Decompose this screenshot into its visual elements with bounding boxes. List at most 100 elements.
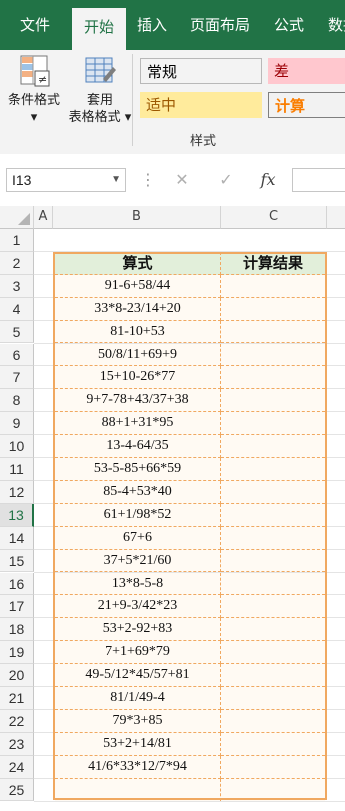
column-header-a[interactable]: A — [34, 206, 53, 229]
row-header[interactable]: 15 — [0, 549, 34, 573]
style-calculation[interactable]: 计算 — [268, 92, 345, 118]
tab-formulas[interactable]: 公式 — [264, 0, 314, 50]
row-header[interactable]: 3 — [0, 274, 34, 298]
row-header[interactable]: 16 — [0, 572, 34, 596]
header-expr-cell[interactable]: 算式 — [55, 251, 221, 275]
ribbon-divider — [132, 54, 133, 146]
row-header[interactable]: 14 — [0, 526, 34, 550]
expr-cell[interactable]: 13*8-5-8 — [55, 572, 221, 596]
expr-cell[interactable]: 53-5-85+66*59 — [55, 458, 221, 481]
result-cell[interactable] — [221, 641, 325, 665]
expr-cell[interactable]: 81-10+53 — [55, 320, 221, 344]
column-header-b[interactable]: B — [53, 206, 221, 229]
row-header[interactable]: 4 — [0, 297, 34, 321]
column-header-c[interactable]: C — [221, 206, 327, 229]
expr-cell[interactable]: 67+6 — [55, 526, 221, 550]
result-cell[interactable] — [221, 549, 325, 573]
result-cell[interactable] — [221, 320, 325, 344]
row-header[interactable]: 11 — [0, 458, 34, 481]
expr-cell[interactable]: 53+2+14/81 — [55, 732, 221, 756]
expr-cell[interactable]: 81/1/49-4 — [55, 687, 221, 710]
result-cell[interactable] — [221, 526, 325, 550]
row-header[interactable]: 25 — [0, 778, 34, 802]
expr-cell[interactable]: 91-6+58/44 — [55, 274, 221, 298]
row-header[interactable]: 13 — [0, 503, 34, 527]
expr-cell[interactable]: 33*8-23/14+20 — [55, 297, 221, 321]
conditional-format-button[interactable]: ≠ 条件格式 ▾ — [2, 54, 66, 126]
result-cell[interactable] — [221, 618, 325, 642]
expr-cell[interactable]: 21+9-3/42*23 — [55, 595, 221, 619]
tab-insert[interactable]: 插入 — [128, 0, 176, 50]
result-cell[interactable] — [221, 297, 325, 321]
expr-cell[interactable]: 9+7-78+43/37+38 — [55, 389, 221, 413]
enter-icon[interactable]: ✓ — [212, 168, 240, 192]
row-header[interactable]: 10 — [0, 435, 34, 458]
expr-cell[interactable]: 15+10-26*77 — [55, 366, 221, 390]
formula-bar: I13 ▼ ⋮ ✕ ✓ fx — [0, 154, 345, 207]
result-cell[interactable] — [221, 343, 325, 367]
result-cell[interactable] — [221, 274, 325, 298]
result-cell[interactable] — [221, 732, 325, 756]
chevron-down-icon: ▾ — [30, 110, 38, 125]
result-cell[interactable] — [221, 458, 325, 481]
row-header[interactable]: 23 — [0, 732, 34, 756]
result-cell[interactable] — [221, 664, 325, 687]
expr-cell[interactable] — [55, 778, 221, 802]
column-header-d[interactable] — [327, 206, 345, 229]
row-header[interactable]: 6 — [0, 343, 34, 367]
row-header[interactable]: 17 — [0, 595, 34, 619]
result-cell[interactable] — [221, 480, 325, 504]
row-header[interactable]: 20 — [0, 664, 34, 687]
result-cell[interactable] — [221, 595, 325, 619]
row-header[interactable]: 18 — [0, 618, 34, 642]
style-bad[interactable]: 差 — [268, 58, 345, 84]
expr-cell[interactable]: 7+1+69*79 — [55, 641, 221, 665]
expr-cell[interactable]: 13-4-64/35 — [55, 435, 221, 458]
expr-cell[interactable]: 61+1/98*52 — [55, 503, 221, 527]
result-cell[interactable] — [221, 572, 325, 596]
style-neutral[interactable]: 适中 — [140, 92, 262, 118]
row-header[interactable]: 7 — [0, 366, 34, 390]
name-box[interactable]: I13 ▼ — [6, 168, 126, 192]
row-header[interactable]: 5 — [0, 320, 34, 344]
row-header[interactable]: 9 — [0, 412, 34, 436]
expr-cell[interactable]: 49-5/12*45/57+81 — [55, 664, 221, 687]
header-result-cell[interactable]: 计算结果 — [221, 251, 325, 275]
tab-file[interactable]: 文件 — [6, 0, 64, 50]
result-cell[interactable] — [221, 412, 325, 436]
row-header[interactable]: 2 — [0, 251, 34, 275]
result-cell[interactable] — [221, 435, 325, 458]
row-header[interactable]: 1 — [0, 229, 34, 252]
row-header[interactable]: 8 — [0, 389, 34, 413]
row-header[interactable]: 24 — [0, 755, 34, 779]
row-header[interactable]: 21 — [0, 687, 34, 710]
result-cell[interactable] — [221, 778, 325, 802]
tab-page-layout[interactable]: 页面布局 — [180, 0, 260, 50]
format-as-table-button[interactable]: 套用 表格格式 ▾ — [64, 54, 136, 126]
expr-cell[interactable]: 88+1+31*95 — [55, 412, 221, 436]
row-header[interactable]: 12 — [0, 480, 34, 504]
result-cell[interactable] — [221, 389, 325, 413]
expr-cell[interactable]: 37+5*21/60 — [55, 549, 221, 573]
corner-triangle-icon — [18, 213, 30, 225]
tab-home[interactable]: 开始 — [72, 8, 126, 50]
expr-cell[interactable]: 85-4+53*40 — [55, 480, 221, 504]
style-normal[interactable]: 常规 — [140, 58, 262, 84]
formula-input[interactable] — [292, 168, 345, 192]
select-all-corner[interactable] — [0, 206, 34, 229]
result-cell[interactable] — [221, 709, 325, 733]
result-cell[interactable] — [221, 503, 325, 527]
fx-icon[interactable]: fx — [254, 168, 282, 192]
tab-data[interactable]: 数据 — [318, 0, 345, 50]
expr-cell[interactable]: 53+2-92+83 — [55, 618, 221, 642]
expr-cell[interactable]: 50/8/11+69+9 — [55, 343, 221, 367]
row-header[interactable]: 22 — [0, 709, 34, 733]
row-header[interactable]: 19 — [0, 641, 34, 665]
expr-cell[interactable]: 41/6*33*12/7*94 — [55, 755, 221, 779]
cancel-icon[interactable]: ✕ — [168, 168, 196, 192]
expr-cell[interactable]: 79*3+85 — [55, 709, 221, 733]
result-cell[interactable] — [221, 687, 325, 710]
result-cell[interactable] — [221, 755, 325, 779]
result-cell[interactable] — [221, 366, 325, 390]
chevron-down-icon[interactable]: ▼ — [111, 169, 121, 191]
